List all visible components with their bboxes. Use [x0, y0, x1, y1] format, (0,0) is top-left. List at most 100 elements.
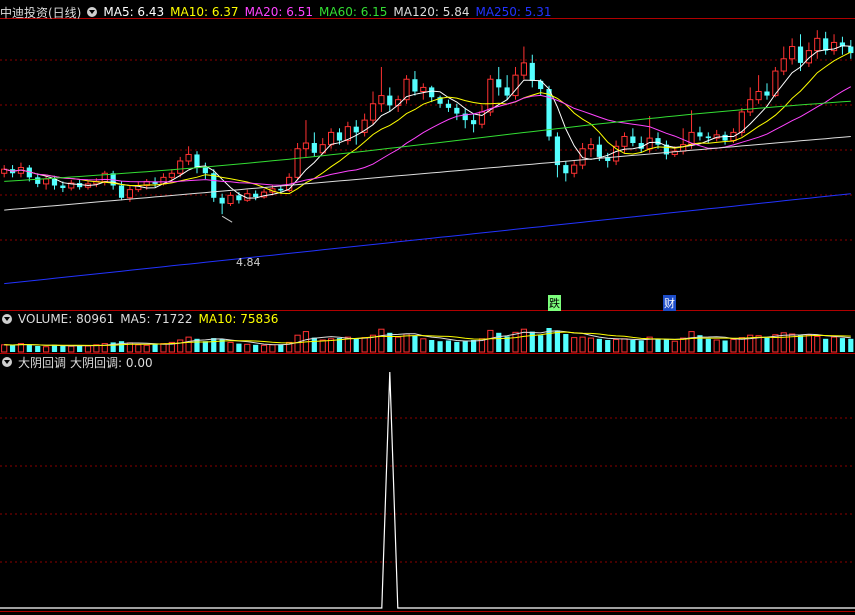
volume-bar: [596, 338, 602, 352]
candle-body: [253, 193, 259, 197]
candle-body: [353, 126, 359, 133]
candle-body: [747, 99, 754, 113]
volume-bar: [185, 336, 192, 353]
volume-bar: [713, 339, 720, 353]
ma250-line: [4, 193, 851, 285]
volume-bar: [227, 341, 234, 353]
ma20-label: MA20: 6.51: [244, 5, 313, 19]
candle-body: [387, 95, 393, 106]
volume-bar: [823, 338, 829, 352]
candle-body: [496, 79, 502, 88]
candle-body: [445, 103, 452, 108]
candle-body: [126, 189, 134, 199]
indicator-dropdown-icon[interactable]: [2, 357, 12, 367]
indicator-header: 大阴回调 大阴回调: 0.00: [0, 354, 159, 370]
volume-bar: [84, 345, 92, 353]
volume-bar: [563, 334, 569, 352]
candle-body: [655, 138, 661, 145]
ma250-label: MA250: 5.31: [475, 5, 552, 19]
candle-body: [571, 164, 578, 174]
candle-body: [596, 144, 602, 157]
volume-bar: [613, 339, 620, 353]
volume-bar: [554, 330, 561, 352]
candle-body: [227, 194, 234, 205]
candle-body: [202, 167, 208, 174]
volume-bar: [571, 337, 578, 353]
low-price-pointer: [221, 215, 233, 223]
candle-body: [294, 148, 301, 178]
volume-bar: [68, 345, 75, 353]
volume-ma5-label: MA5: 71722: [120, 312, 193, 326]
indicator-name: 大阴回调: [18, 355, 67, 370]
candle-body: [630, 136, 636, 144]
candle-body: [369, 103, 377, 121]
volume-bar: [311, 337, 317, 352]
volume-bar: [177, 339, 184, 353]
volume-bar: [260, 344, 268, 353]
volume-header: VOLUME: 80961 MA5: 71722 MA10: 75836: [0, 311, 284, 327]
volume-bar: [655, 338, 661, 352]
candle-body: [378, 95, 385, 105]
candle-body: [848, 46, 854, 54]
volume-dropdown-icon[interactable]: [2, 314, 12, 324]
volume-bar: [454, 341, 460, 352]
volume-bar: [587, 337, 595, 353]
candle-body: [336, 132, 343, 141]
candle-body: [302, 142, 310, 150]
volume-bar: [471, 340, 477, 352]
volume-bar: [496, 332, 502, 352]
volume-bar: [378, 328, 385, 353]
candle-body: [35, 177, 41, 184]
candle-body: [529, 62, 535, 81]
candle-body: [487, 78, 494, 113]
candle-body: [520, 62, 527, 76]
candle-body: [780, 58, 787, 72]
volume-bar: [403, 333, 410, 353]
volume-bar: [387, 332, 393, 352]
volume-ma10-label: MA10: 75836: [198, 312, 279, 326]
volume-bar: [638, 340, 644, 352]
volume-label: VOLUME: 80961: [18, 312, 115, 326]
volume-bar: [848, 338, 854, 352]
ma120-label: MA120: 5.84: [393, 5, 470, 19]
volume-bar: [9, 345, 16, 352]
stock-chart[interactable]: [0, 0, 855, 615]
volume-bar: [445, 340, 452, 352]
volume-bar: [429, 340, 435, 352]
candle-body: [328, 131, 335, 146]
volume-bar: [420, 338, 427, 353]
volume-bar: [671, 340, 678, 353]
candle-body: [764, 91, 770, 96]
volume-bar: [60, 345, 66, 352]
volume-bar: [487, 329, 494, 353]
candle-body: [185, 153, 192, 162]
volume-bar: [278, 344, 284, 352]
candle-body: [278, 188, 284, 191]
candle-body: [680, 144, 687, 152]
volume-bar: [118, 341, 125, 352]
candle-body: [194, 154, 200, 168]
fall-marker: 跌: [548, 295, 561, 311]
volume-bar: [621, 338, 628, 353]
candle-body: [797, 46, 804, 63]
volume-bar: [839, 338, 846, 352]
volume-bar: [253, 344, 259, 352]
stock-title: 中迪投资(日线): [0, 5, 82, 20]
ma-dropdown-icon[interactable]: [87, 7, 98, 17]
indicator-value: 大阴回调: 0.00: [70, 355, 153, 370]
volume-bar: [437, 341, 443, 352]
ma60-label: MA60: 6.15: [319, 5, 388, 19]
candle-body: [429, 87, 435, 98]
candle-body: [554, 136, 561, 166]
volume-bar: [579, 336, 586, 353]
volume-bar: [244, 343, 251, 353]
candle-body: [420, 86, 427, 93]
volume-bar: [538, 335, 544, 352]
candle-body: [697, 132, 703, 137]
volume-bar: [26, 344, 32, 352]
volume-bar: [605, 340, 611, 352]
candle-body: [705, 136, 711, 139]
volume-bar: [830, 336, 838, 353]
candle-body: [454, 107, 460, 114]
volume-bar: [529, 331, 535, 352]
